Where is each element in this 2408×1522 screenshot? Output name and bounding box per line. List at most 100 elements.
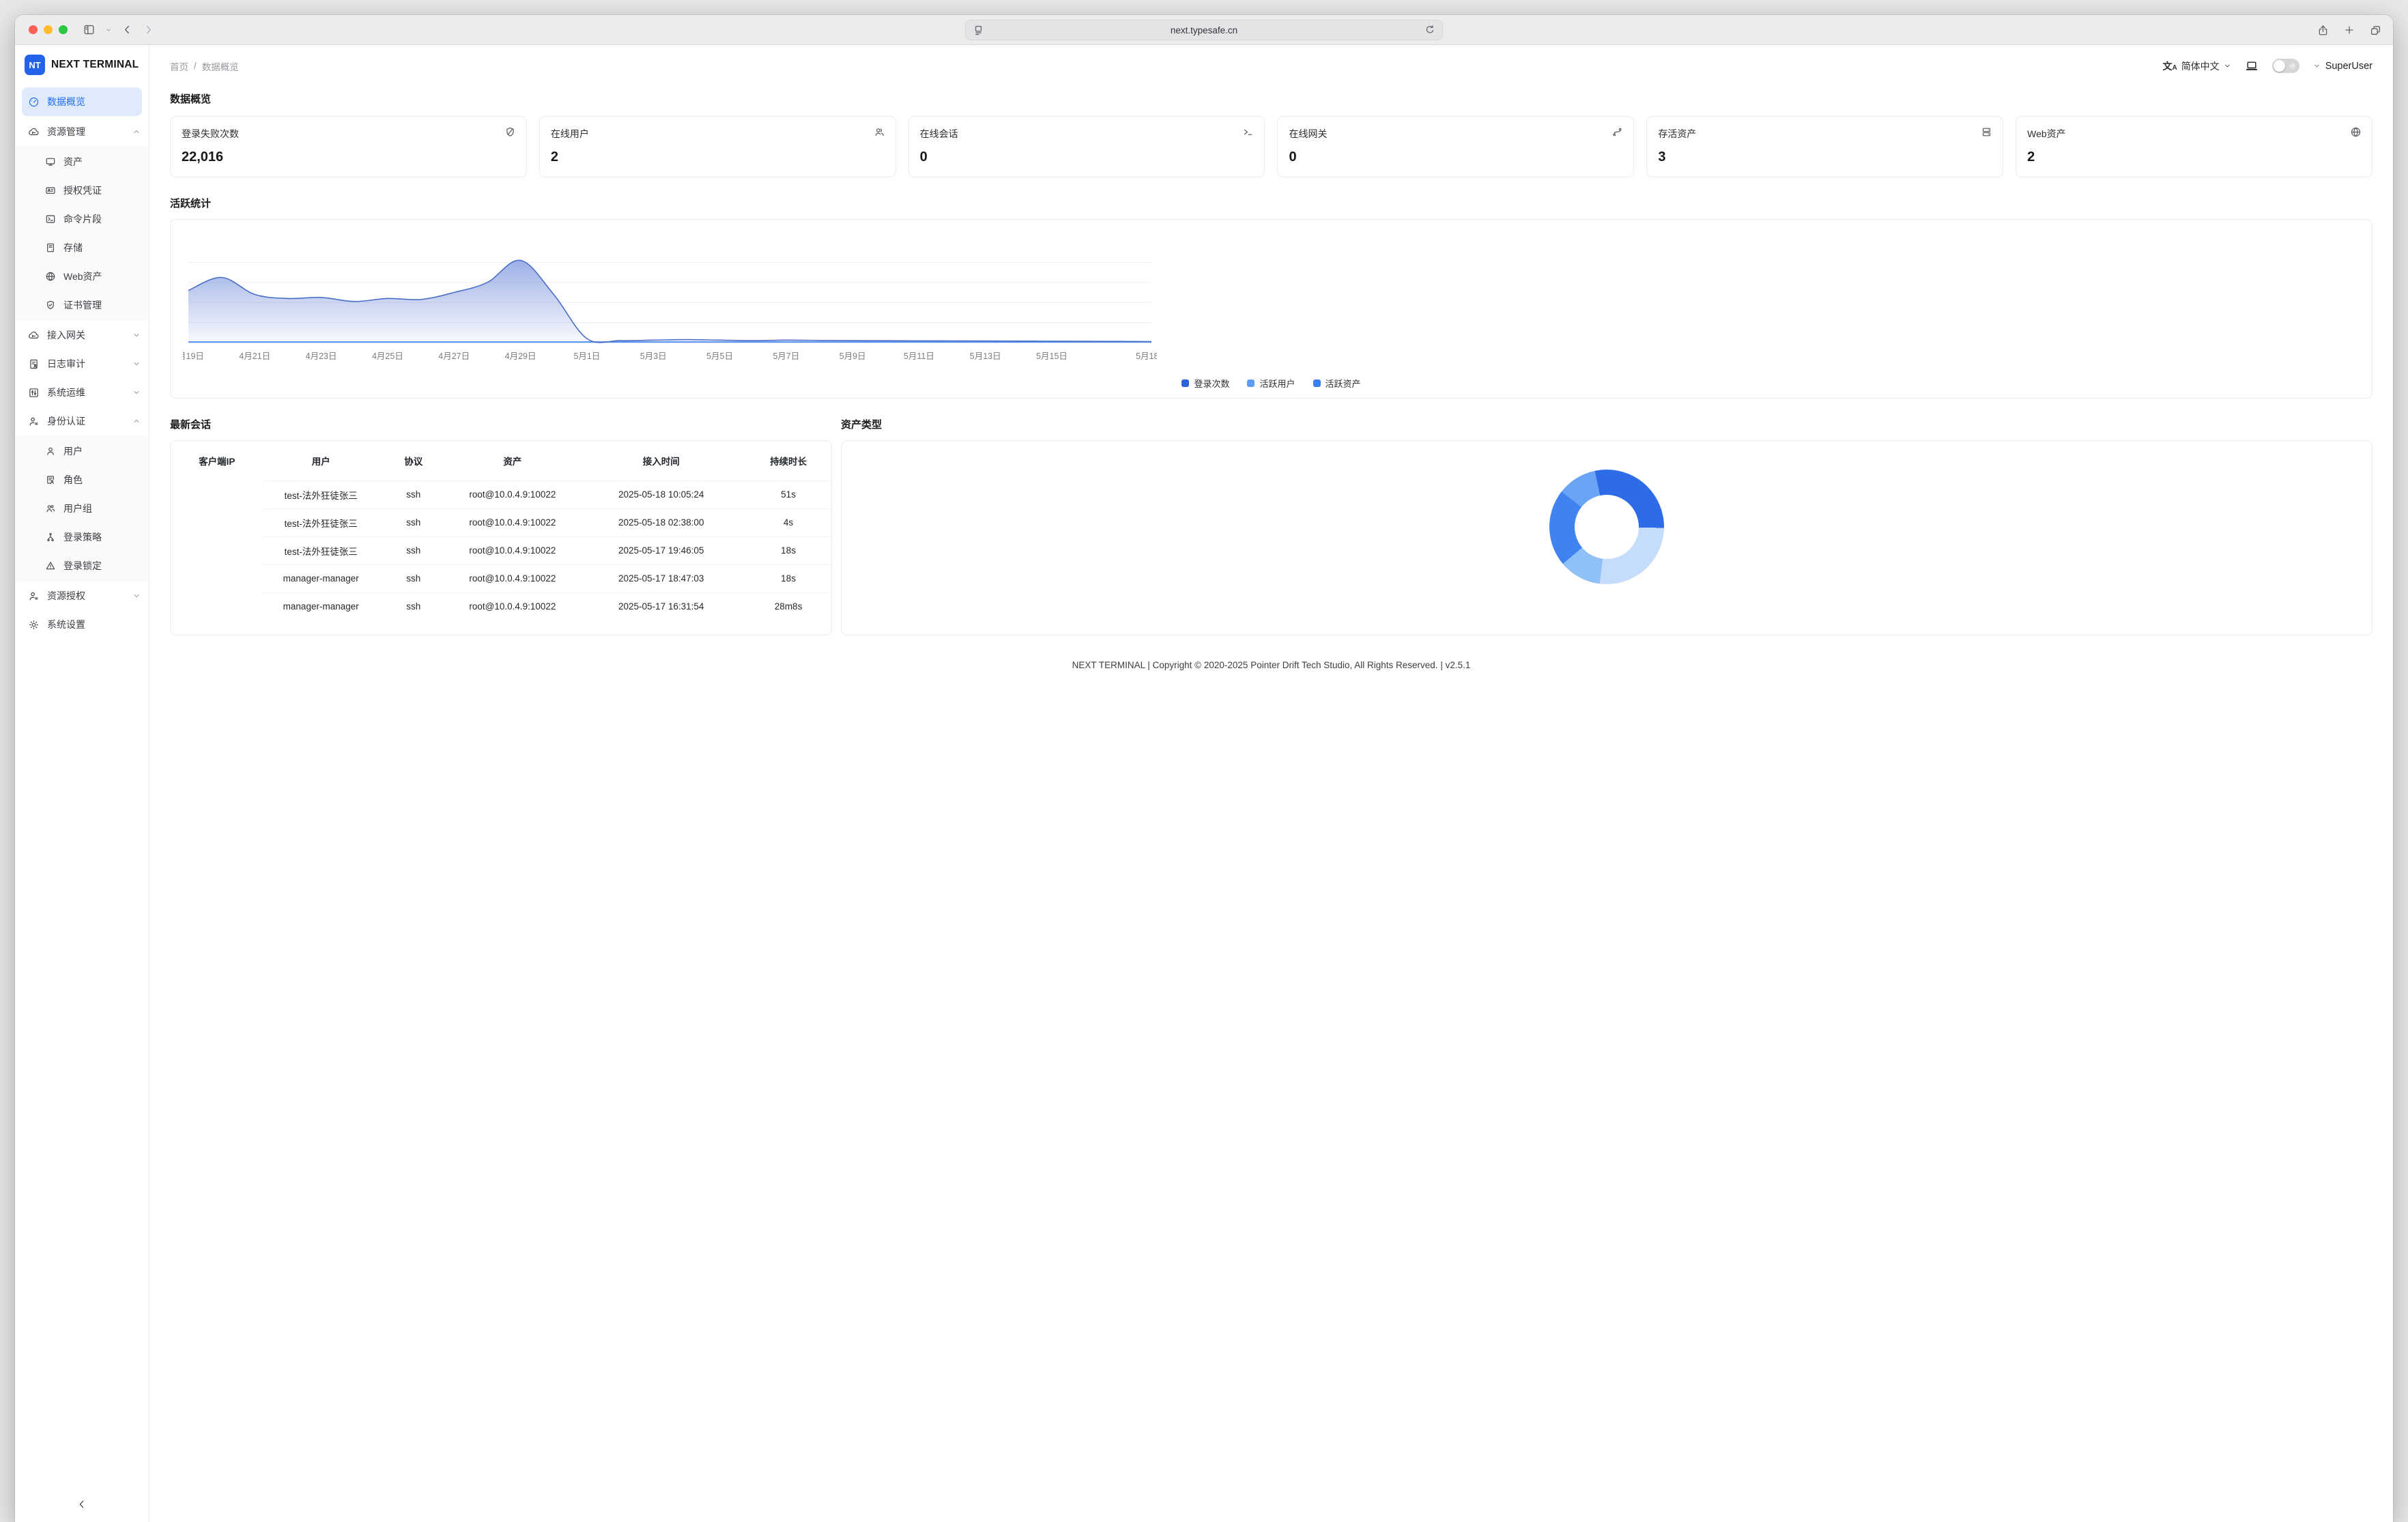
user-menu[interactable]: SuperUser <box>2313 61 2373 72</box>
sidebar-item-web-assets[interactable]: Web资产 <box>15 262 149 291</box>
sidebar-nav: 数据概览资源管理资产授权凭证命令片段存储Web资产证书管理接入网关日志审计系统运… <box>15 83 149 1489</box>
chevron-down-icon[interactable] <box>105 27 112 33</box>
browser-chrome: next.typesafe.cn <box>15 15 2393 45</box>
sessions-title: 最新会话 <box>170 417 832 431</box>
sidebar-item-resources[interactable]: 资源管理 <box>15 117 149 146</box>
svg-text:4月27日: 4月27日 <box>438 351 470 361</box>
dashboard-icon <box>28 96 40 108</box>
table-cell: ssh <box>379 508 448 536</box>
sidebar-item-authorization[interactable]: 资源授权 <box>15 581 149 610</box>
back-icon[interactable] <box>121 24 133 35</box>
login-policy-icon <box>45 532 56 543</box>
stat-card-label: 在线会话 <box>920 127 1254 141</box>
tab-overview-icon[interactable] <box>2369 24 2382 37</box>
sidebar-item-dashboard[interactable]: 数据概览 <box>22 87 142 116</box>
stat-card-label: 存活资产 <box>1658 127 1992 141</box>
stat-card-value: 0 <box>920 149 1254 165</box>
chevron-down-icon <box>2313 62 2321 70</box>
table-row[interactable]: test-法外狂徒张三sshroot@10.0.4.9:100222025-05… <box>171 480 831 508</box>
forward-icon[interactable] <box>143 24 154 35</box>
close-button[interactable] <box>29 25 38 34</box>
sidebar-collapse-button[interactable] <box>15 1489 149 1522</box>
asset-types-donut-chart[interactable] <box>1549 470 1664 584</box>
sidebar-item-identity[interactable]: 身份认证 <box>15 407 149 435</box>
sidebar-item-certificates[interactable]: 证书管理 <box>15 291 149 319</box>
zoom-button[interactable] <box>59 25 68 34</box>
svg-text:5月11日: 5月11日 <box>904 351 934 361</box>
stat-card-value: 2 <box>551 149 885 165</box>
sidebar-item-assets[interactable]: 资产 <box>15 147 149 176</box>
stat-card-value: 22,016 <box>182 149 515 165</box>
sidebar-submenu: 用户角色用户组登录策略登录锁定 <box>15 435 149 581</box>
minimize-button[interactable] <box>44 25 53 34</box>
sidebar-item-label: 角色 <box>63 473 83 487</box>
legend-item[interactable]: 登录次数 <box>1181 377 1229 390</box>
storage-icon <box>45 242 56 253</box>
table-cell: 2025-05-17 19:46:05 <box>577 536 745 564</box>
main-content: 首页 / 数据概览 文A 简体中文 <box>149 45 2393 1522</box>
table-cell: root@10.0.4.9:10022 <box>448 564 577 592</box>
svg-text:4月29日: 4月29日 <box>505 351 536 361</box>
table-row[interactable]: manager-managersshroot@10.0.4.9:10022202… <box>171 592 831 620</box>
sidebar-item-label: 授权凭证 <box>63 184 102 197</box>
table-cell: 51s <box>745 480 831 508</box>
sidebar-item-storage[interactable]: 存储 <box>15 233 149 262</box>
legend-item[interactable]: 活跃资产 <box>1313 377 1361 390</box>
table-row[interactable]: test-法外狂徒张三sshroot@10.0.4.9:100222025-05… <box>171 508 831 536</box>
sidebar-item-gateways[interactable]: 接入网关 <box>15 321 149 349</box>
activity-area-chart[interactable]: 4月19日4月21日4月23日4月25日4月27日4月29日5月1日5月3日5月… <box>183 228 2360 372</box>
sidebar-item-ops[interactable]: 系统运维 <box>15 378 149 407</box>
sidebar-item-user-groups[interactable]: 用户组 <box>15 494 149 523</box>
language-selector[interactable]: 文A 简体中文 <box>2162 59 2231 73</box>
share-icon[interactable] <box>2317 24 2330 37</box>
column-header[interactable]: 接入时间 <box>577 441 745 480</box>
table-row[interactable]: manager-managersshroot@10.0.4.9:10022202… <box>171 564 831 592</box>
table-cell: 18s <box>745 536 831 564</box>
page-icon[interactable] <box>972 24 985 37</box>
sidebar-item-label: 资源管理 <box>47 125 85 139</box>
globe-card-icon <box>2350 126 2362 138</box>
sidebar-item-snippets[interactable]: 命令片段 <box>15 205 149 233</box>
breadcrumb-current: 数据概览 <box>202 59 239 73</box>
sessions-table: 客户端IP用户协议资产接入时间持续时长test-法外狂徒张三sshroot@10… <box>171 441 831 620</box>
chevron-down-icon <box>2224 62 2231 70</box>
monitor-mode-icon[interactable] <box>2245 59 2259 73</box>
column-header[interactable]: 客户端IP <box>171 441 263 480</box>
logo[interactable]: NT NEXT TERMINAL <box>15 45 149 83</box>
sidebar-toggle-icon[interactable] <box>83 23 96 36</box>
table-cell: 18s <box>745 564 831 592</box>
column-header[interactable]: 持续时长 <box>745 441 831 480</box>
sidebar-item-label: 系统设置 <box>47 618 85 631</box>
language-label: 简体中文 <box>2181 59 2220 73</box>
sessions-panel: 客户端IP用户协议资产接入时间持续时长test-法外狂徒张三sshroot@10… <box>170 440 832 635</box>
table-cell: root@10.0.4.9:10022 <box>448 480 577 508</box>
column-header[interactable]: 协议 <box>379 441 448 480</box>
sidebar-item-label: 系统运维 <box>47 386 85 399</box>
legend-label: 活跃资产 <box>1325 377 1361 390</box>
activity-title: 活跃统计 <box>170 196 2373 210</box>
column-header[interactable]: 用户 <box>263 441 379 480</box>
sidebar-item-login-lock[interactable]: 登录锁定 <box>15 551 149 580</box>
new-tab-icon[interactable] <box>2343 24 2355 36</box>
user-group-icon <box>45 503 56 514</box>
table-row[interactable]: test-法外狂徒张三sshroot@10.0.4.9:100222025-05… <box>171 536 831 564</box>
sidebar-item-roles[interactable]: 角色 <box>15 465 149 494</box>
legend-marker <box>1247 379 1255 387</box>
reload-icon[interactable] <box>1424 24 1436 36</box>
breadcrumb-home[interactable]: 首页 <box>170 59 188 73</box>
sidebar-item-credentials[interactable]: 授权凭证 <box>15 176 149 205</box>
address-bar[interactable]: next.typesafe.cn <box>965 20 1443 40</box>
svg-text:5月13日: 5月13日 <box>970 351 1001 361</box>
shield-check-icon <box>45 300 56 311</box>
sidebar-item-users[interactable]: 用户 <box>15 437 149 465</box>
legend-item[interactable]: 活跃用户 <box>1247 377 1295 390</box>
sidebar-item-login-policy[interactable]: 登录策略 <box>15 523 149 551</box>
sidebar-item-audit[interactable]: 日志审计 <box>15 349 149 378</box>
legend-label: 登录次数 <box>1194 377 1229 390</box>
theme-toggle[interactable] <box>2272 59 2299 73</box>
stat-card-label: 在线网关 <box>1289 127 1622 141</box>
legend-label: 活跃用户 <box>1259 377 1295 390</box>
svg-text:5月5日: 5月5日 <box>706 351 733 361</box>
sidebar-item-settings[interactable]: 系统设置 <box>15 610 149 639</box>
column-header[interactable]: 资产 <box>448 441 577 480</box>
